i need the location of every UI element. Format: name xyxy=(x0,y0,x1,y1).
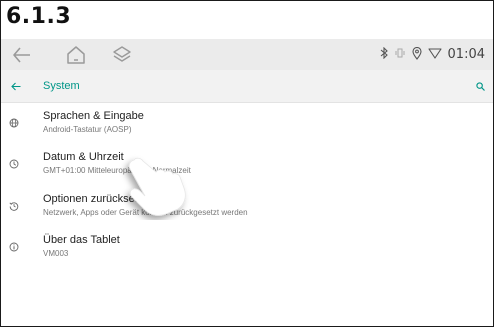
settings-item-reset[interactable]: Optionen zurücksetzen Netzwerk, Apps ode… xyxy=(1,193,493,233)
settings-item-language[interactable]: Sprachen & Eingabe Android-Tastatur (AOS… xyxy=(1,110,493,150)
info-icon xyxy=(5,238,23,256)
vibrate-icon xyxy=(394,47,406,62)
home-icon[interactable] xyxy=(65,39,87,70)
status-clock: 01:04 xyxy=(447,47,485,62)
page-title: System xyxy=(43,80,80,92)
settings-item-title: Sprachen & Eingabe xyxy=(43,110,144,122)
bluetooth-icon xyxy=(380,46,388,62)
settings-item-subtitle: Android-Tastatur (AOSP) xyxy=(43,125,132,134)
pointing-hand-icon xyxy=(112,150,192,220)
globe-icon xyxy=(5,114,23,132)
step-label: 6.1.3 xyxy=(6,4,72,29)
app-bar: System xyxy=(1,70,493,103)
status-indicators: 01:04 xyxy=(380,39,485,70)
settings-item-about-tablet[interactable]: Über das Tablet VM003 xyxy=(1,234,493,274)
settings-item-title: Über das Tablet xyxy=(43,234,120,246)
search-icon[interactable] xyxy=(473,70,487,102)
restore-icon xyxy=(5,197,23,215)
status-bar: 01:04 xyxy=(1,39,493,70)
settings-item-date-time[interactable]: Datum & Uhrzeit GMT+01:00 Mitteleuropäis… xyxy=(1,151,493,191)
settings-item-subtitle: VM003 xyxy=(43,249,69,258)
wifi-icon xyxy=(427,47,442,62)
location-icon xyxy=(411,46,422,63)
clock-icon xyxy=(5,155,23,173)
back-arrow-icon[interactable] xyxy=(11,39,33,70)
back-arrow-icon[interactable] xyxy=(7,70,25,102)
layers-icon[interactable] xyxy=(111,39,133,70)
